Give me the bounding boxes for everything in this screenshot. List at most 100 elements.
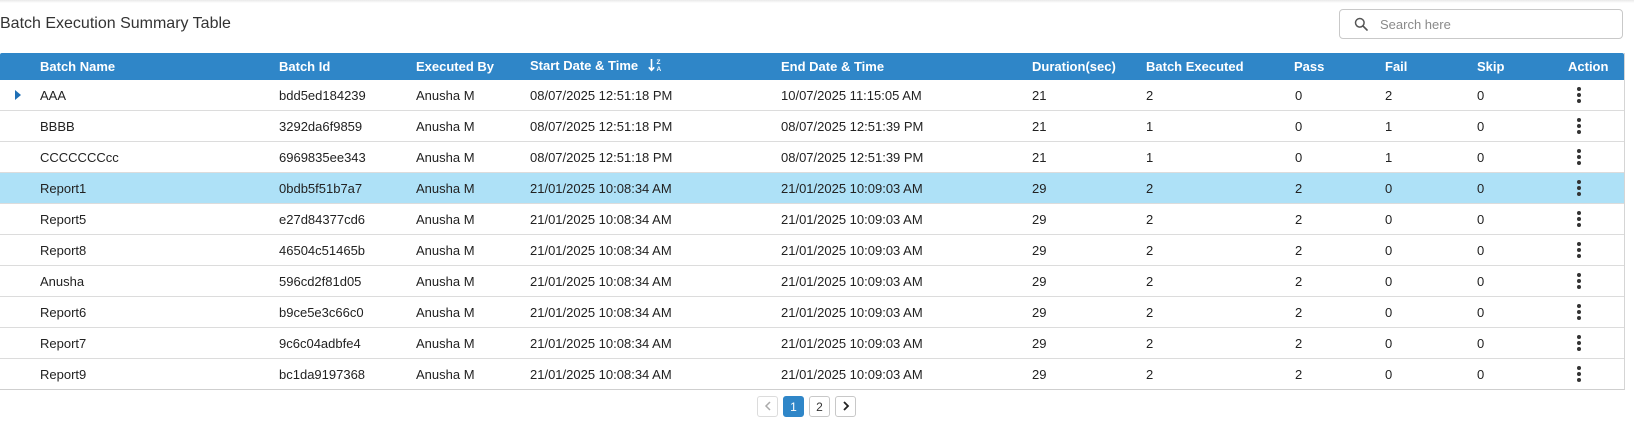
cell-duration: 29 [1032, 242, 1047, 258]
cell-fail: 0 [1385, 304, 1393, 320]
cell-batch-executed: 2 [1146, 180, 1154, 196]
cell-pass: 2 [1295, 335, 1303, 351]
cell-duration: 29 [1032, 304, 1047, 320]
table-row[interactable]: Report8 46504c51465b Anusha M 21/01/2025 10… [0, 234, 1624, 265]
table-row[interactable]: Report9 bc1da9197368 Anusha M 21/01/2025 10… [0, 358, 1624, 389]
cell-pass: 2 [1295, 366, 1303, 382]
cell-skip: 0 [1477, 242, 1485, 258]
cell-duration: 29 [1032, 335, 1047, 351]
col-header-start-date[interactable]: Start Date & Time Z A [530, 58, 664, 75]
cell-batch-name: Report5 [40, 211, 87, 227]
col-header-skip[interactable]: Skip [1477, 59, 1504, 74]
cell-pass: 2 [1295, 211, 1303, 227]
table-row[interactable]: CCCCCCCcc 6969835ee343 Anusha M 08/07/2025 … [0, 141, 1624, 172]
cell-batch-name: Report1 [40, 180, 87, 196]
cell-batch-executed: 1 [1146, 118, 1154, 134]
cell-start-date: 21/01/2025 10:08:34 AM [530, 180, 672, 196]
cell-fail: 0 [1385, 242, 1393, 258]
cell-executed-by: Anusha M [416, 335, 475, 351]
col-header-start-date-label: Start Date & Time [530, 57, 639, 73]
cell-start-date: 21/01/2025 10:08:34 AM [530, 304, 672, 320]
kebab-menu-icon[interactable] [1577, 149, 1581, 165]
cell-duration: 29 [1032, 273, 1047, 289]
table-row[interactable]: BBBB 3292da6f9859 Anusha M 08/07/2025 12:51… [0, 110, 1624, 141]
col-header-batch-executed[interactable]: Batch Executed [1146, 59, 1244, 74]
cell-batch-name: Report6 [40, 304, 87, 320]
col-header-duration[interactable]: Duration(sec) [1032, 59, 1116, 74]
batch-summary-table: Batch Name Batch Id Executed By Start Da… [0, 53, 1625, 390]
col-header-executed-by[interactable]: Executed By [416, 59, 494, 74]
cell-fail: 0 [1385, 366, 1393, 382]
cell-batch-id: bdd5ed184239 [279, 87, 366, 103]
table-row[interactable]: AAA bdd5ed184239 Anusha M 08/07/2025 12:51:… [0, 80, 1624, 110]
cell-executed-by: Anusha M [416, 118, 475, 134]
cell-skip: 0 [1477, 118, 1485, 134]
col-header-batch-id[interactable]: Batch Id [279, 59, 330, 74]
cell-batch-name: BBBB [40, 118, 75, 134]
col-header-action: Action [1568, 59, 1609, 74]
cell-batch-name: Report7 [40, 335, 87, 351]
cell-executed-by: Anusha M [416, 366, 475, 382]
kebab-menu-icon[interactable] [1577, 366, 1581, 382]
table-row[interactable]: Anusha 596cd2f81d05 Anusha M 21/01/2025 10:… [0, 265, 1624, 296]
cell-batch-executed: 2 [1146, 366, 1154, 382]
cell-end-date: 21/01/2025 10:09:03 AM [781, 180, 923, 196]
cell-executed-by: Anusha M [416, 180, 475, 196]
col-header-end-date[interactable]: End Date & Time [781, 59, 884, 74]
col-header-batch-name[interactable]: Batch Name [40, 59, 115, 74]
sort-alpha-icon[interactable]: Z A [648, 58, 664, 75]
next-page-button[interactable] [835, 396, 856, 417]
cell-end-date: 21/01/2025 10:09:03 AM [781, 304, 923, 320]
cell-duration: 21 [1032, 118, 1047, 134]
cell-pass: 0 [1295, 118, 1303, 134]
cell-start-date: 21/01/2025 10:08:34 AM [530, 335, 672, 351]
cell-batch-id: bc1da9197368 [279, 366, 366, 382]
cell-duration: 29 [1032, 211, 1047, 227]
col-header-pass[interactable]: Pass [1294, 59, 1324, 74]
cell-batch-executed: 1 [1146, 149, 1154, 165]
cell-pass: 2 [1295, 180, 1303, 196]
kebab-menu-icon[interactable] [1577, 211, 1581, 227]
table-row[interactable]: Report1 0bdb5f51b7a7 Anusha M 21/01/2025 10… [0, 172, 1624, 203]
cell-batch-name: Report9 [40, 366, 87, 382]
prev-page-button[interactable] [757, 396, 778, 417]
kebab-menu-icon[interactable] [1577, 304, 1581, 320]
cell-end-date: 21/01/2025 10:09:03 AM [781, 242, 923, 258]
cell-executed-by: Anusha M [416, 304, 475, 320]
cell-fail: 0 [1385, 180, 1393, 196]
cell-skip: 0 [1477, 211, 1485, 227]
cell-fail: 1 [1385, 118, 1393, 134]
cell-pass: 2 [1295, 242, 1303, 258]
search-box[interactable] [1339, 9, 1623, 39]
table-row[interactable]: Report7 9c6c04adbfe4 Anusha M 21/01/2025 10… [0, 327, 1624, 358]
cell-skip: 0 [1477, 335, 1485, 351]
kebab-menu-icon[interactable] [1577, 118, 1581, 134]
table-row[interactable]: Report6 b9ce5e3c66c0 Anusha M 21/01/2025 10… [0, 296, 1624, 327]
cell-executed-by: Anusha M [416, 211, 475, 227]
table-row[interactable]: Report5 e27d84377cd6 Anusha M 21/01/2025 10… [0, 203, 1624, 234]
cell-executed-by: Anusha M [416, 87, 475, 103]
page-2-button[interactable]: 2 [809, 396, 830, 417]
page-1-button[interactable]: 1 [783, 396, 804, 417]
kebab-menu-icon[interactable] [1577, 242, 1581, 258]
cell-start-date: 21/01/2025 10:08:34 AM [530, 211, 672, 227]
cell-fail: 0 [1385, 211, 1393, 227]
table-body: AAA bdd5ed184239 Anusha M 08/07/2025 12:51:… [0, 80, 1624, 389]
cell-fail: 0 [1385, 273, 1393, 289]
cell-batch-executed: 2 [1146, 273, 1154, 289]
cell-start-date: 08/07/2025 12:51:18 PM [530, 118, 673, 134]
cell-batch-id: b9ce5e3c66c0 [279, 304, 364, 320]
top-divider [0, 0, 1634, 3]
cell-end-date: 21/01/2025 10:09:03 AM [781, 273, 923, 289]
cell-pass: 2 [1295, 304, 1303, 320]
kebab-menu-icon[interactable] [1577, 180, 1581, 196]
cell-batch-executed: 2 [1146, 211, 1154, 227]
kebab-menu-icon[interactable] [1577, 87, 1581, 103]
kebab-menu-icon[interactable] [1577, 273, 1581, 289]
cell-start-date: 21/01/2025 10:08:34 AM [530, 366, 672, 382]
col-header-fail[interactable]: Fail [1385, 59, 1407, 74]
caret-right-icon[interactable] [15, 90, 21, 100]
cell-skip: 0 [1477, 273, 1485, 289]
search-input[interactable] [1380, 16, 1610, 32]
kebab-menu-icon[interactable] [1577, 335, 1581, 351]
